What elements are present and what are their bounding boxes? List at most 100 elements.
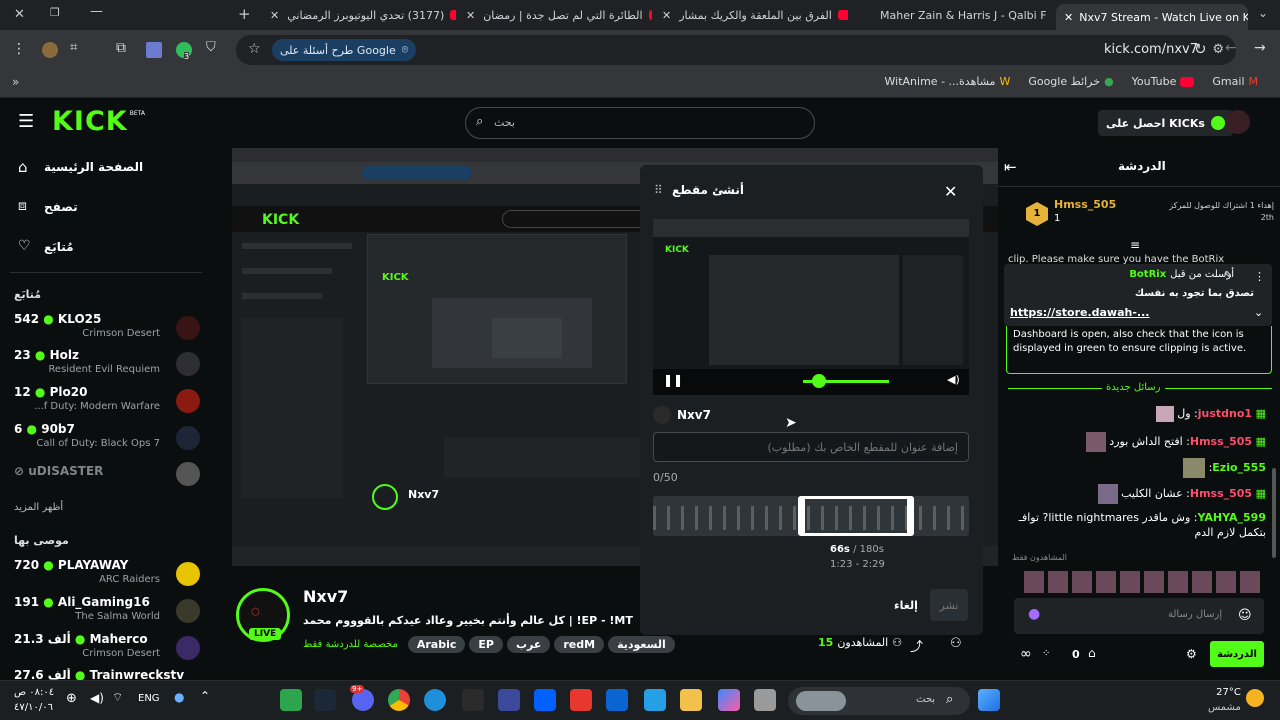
language-indicator[interactable]: ENG xyxy=(138,693,160,704)
close-tab-icon[interactable]: ✕ xyxy=(466,9,475,22)
bookmark-witanime[interactable]: W مشاهدة... - WitAnime xyxy=(885,75,1011,88)
tab-search-icon[interactable]: ⌄ xyxy=(1258,6,1268,20)
show-more-link[interactable]: أظهر المزيد xyxy=(14,502,63,513)
weather-widget[interactable]: 27°C مشمس xyxy=(1208,685,1241,715)
clock[interactable]: ٠٨:٠٤ ص ٤٧/١٠/٠٦ xyxy=(14,685,54,715)
store-icon[interactable] xyxy=(644,689,666,711)
clip-cancel-button[interactable]: إلغاء xyxy=(894,599,918,612)
bookmark-star-icon[interactable]: ☆ xyxy=(248,41,261,57)
extension-icon[interactable]: ⌗ xyxy=(70,40,77,55)
chat-username[interactable]: YAHYA_599 xyxy=(1197,511,1266,524)
scrubber-handle[interactable] xyxy=(812,374,826,388)
kick-logo[interactable]: KICK BETA xyxy=(52,106,145,137)
channel-item[interactable]: 27.6 ألف ● Trainwreckstv xyxy=(14,668,204,680)
address-bar[interactable]: ☆ طرح أسئلة على Google ⌾ kick.com/nxv7 ⚙ xyxy=(236,35,1236,65)
pinned-message[interactable]: ⋮ ✎ أرسلت من قبل BotRix تصدق بما تجود به… xyxy=(1004,264,1272,326)
app-icon[interactable] xyxy=(280,689,302,711)
volume-icon[interactable]: ◀) xyxy=(947,373,960,386)
restore-window-icon[interactable]: ❐ xyxy=(50,6,60,19)
shield-icon[interactable]: ⛉ xyxy=(206,40,216,55)
minimize-window-icon[interactable]: — xyxy=(90,4,103,19)
search-box[interactable]: ⌕ بحث xyxy=(465,107,815,139)
controller-icon[interactable]: ⊕ xyxy=(66,691,77,706)
chat-username[interactable]: Hmss_505 xyxy=(1190,435,1252,448)
clip-timeline[interactable] xyxy=(653,496,969,536)
user-avatar[interactable] xyxy=(1226,110,1250,134)
bookmark-maps[interactable]: ● خرائط Google xyxy=(1028,75,1113,88)
microphone-icon[interactable]: ● xyxy=(1028,606,1040,622)
steam-icon[interactable] xyxy=(314,689,336,711)
channel-item-offline[interactable]: ⊘ uDISASTER xyxy=(14,462,204,498)
channel-item[interactable]: 720 ● PLAYAWAY ARC Raiders xyxy=(14,558,204,592)
nav-home[interactable]: ⌂ الصفحة الرئيسية xyxy=(18,158,198,180)
file-explorer-icon[interactable] xyxy=(680,689,702,711)
close-tab-icon[interactable]: ✕ xyxy=(1064,11,1073,24)
browser-tab[interactable]: Maher Zain & Harris J - Qalbi F xyxy=(854,4,1050,26)
epic-games-icon[interactable] xyxy=(462,689,484,711)
tray-chevron-icon[interactable]: ⌃ xyxy=(200,689,210,703)
new-tab-icon[interactable]: + xyxy=(238,5,251,23)
follow-icon[interactable]: ⚇ xyxy=(950,636,962,651)
extension-icon[interactable] xyxy=(146,42,162,58)
extension-icon[interactable] xyxy=(42,42,58,58)
tag-arab[interactable]: عرب xyxy=(506,636,551,653)
browser-tab[interactable]: ✕ الطائرة التي لم تصل جدة | رمضان xyxy=(462,4,652,26)
bookmark-gmail[interactable]: M Gmail xyxy=(1212,75,1258,88)
more-options-icon[interactable]: ⋮ xyxy=(1254,270,1265,283)
edge-icon[interactable] xyxy=(424,689,446,711)
hamburger-menu-icon[interactable]: ☰ xyxy=(18,111,34,132)
tag-ep[interactable]: EP xyxy=(469,636,503,653)
chat-username[interactable]: justdno1 xyxy=(1198,407,1252,420)
pinned-link[interactable]: https://store.dawah-... xyxy=(1010,306,1149,319)
wifi-icon[interactable]: ⌔ xyxy=(112,690,123,705)
windows-start-icon[interactable] xyxy=(978,689,1000,711)
browser-tab[interactable]: ✕ الفرق بين الملعقة والكريك بمشار xyxy=(658,4,848,26)
channel-item[interactable]: 6 ● 90b7 Call of Duty: Black Ops 7 xyxy=(14,422,204,456)
extensions-puzzle-icon[interactable]: ⧉ xyxy=(116,40,126,56)
close-dialog-icon[interactable]: ✕ xyxy=(944,182,957,201)
gift-icon[interactable]: ⌂ xyxy=(1088,646,1096,660)
close-tab-icon[interactable]: ✕ xyxy=(270,9,279,22)
chat-message[interactable]: Ezio_555: xyxy=(1006,458,1266,478)
channel-item[interactable]: 21.3 ألف ● Maherco Crimson Desert xyxy=(14,632,204,666)
chat-message[interactable]: ▦ Hmss_505: عشان الكليب xyxy=(1006,484,1266,504)
tag-redm[interactable]: redM xyxy=(554,636,605,653)
expand-pinned-icon[interactable]: ⌄ xyxy=(1254,306,1263,319)
gift-leaderboard[interactable]: 1 Hmss_505 1 إهداء 1 اشتراك للوصول للمرك… xyxy=(1026,198,1274,230)
chat-send-button[interactable]: الدردشة xyxy=(1210,641,1264,667)
copilot-icon[interactable] xyxy=(718,689,740,711)
chrome-icon[interactable] xyxy=(388,689,410,711)
drag-handle-icon[interactable]: ⠿ xyxy=(654,183,663,197)
emoji-icon[interactable]: ☺ xyxy=(1238,608,1252,623)
app-icon[interactable] xyxy=(570,689,592,711)
close-tab-icon[interactable]: ✕ xyxy=(662,9,671,22)
pin-toggle-icon[interactable]: ≡ xyxy=(1130,238,1140,252)
chat-settings-icon[interactable]: ⚙ xyxy=(1186,647,1197,661)
nav-browse[interactable]: ⧈ تصفح xyxy=(18,198,198,220)
chat-username[interactable]: Hmss_505 xyxy=(1190,487,1252,500)
infinity-icon[interactable]: ∞ xyxy=(1020,646,1032,662)
browser-tab[interactable]: ✕ (3177) تحدي اليوتيوبرز الرمضاني xyxy=(266,4,456,26)
collapse-chat-icon[interactable]: ⇤ xyxy=(1004,158,1017,176)
channel-item[interactable]: 191 ● Ali_Gaming16 The Salma World xyxy=(14,595,204,629)
category-link[interactable]: مخصصة للدردشة فقط xyxy=(303,639,398,650)
chat-scrollbar[interactable] xyxy=(1272,468,1276,558)
chat-message[interactable]: ▦ justdno1: ول xyxy=(1006,406,1266,422)
bot-name[interactable]: BotRix xyxy=(1129,269,1166,280)
site-settings-icon[interactable]: ⚙ xyxy=(1212,42,1224,57)
chat-message[interactable]: YAHYA_599: وش ماقدر little nightmares? ت… xyxy=(1006,510,1266,540)
channel-item[interactable]: 542 ● KLO25 Crimson Desert xyxy=(14,312,204,346)
menu-dots-icon[interactable]: ⋮ xyxy=(12,41,26,57)
clip-preview[interactable]: KICK ❚❚ ◀) xyxy=(653,219,969,395)
clip-title-input[interactable] xyxy=(653,432,969,462)
share-icon[interactable]: ⤴ xyxy=(910,636,923,655)
forward-icon[interactable]: ← xyxy=(1225,40,1237,56)
chat-username[interactable]: Ezio_555 xyxy=(1212,461,1266,474)
reload-icon[interactable]: ↻ xyxy=(1194,40,1207,58)
taskbar-search[interactable]: ⌕ بحث xyxy=(788,687,970,715)
app-icon[interactable] xyxy=(754,689,776,711)
channel-name[interactable]: Nxv7 xyxy=(303,587,348,606)
pause-icon[interactable]: ❚❚ xyxy=(663,373,683,387)
gifter-name[interactable]: Hmss_505 xyxy=(1054,198,1116,211)
volume-icon[interactable]: ◀) xyxy=(90,691,104,705)
